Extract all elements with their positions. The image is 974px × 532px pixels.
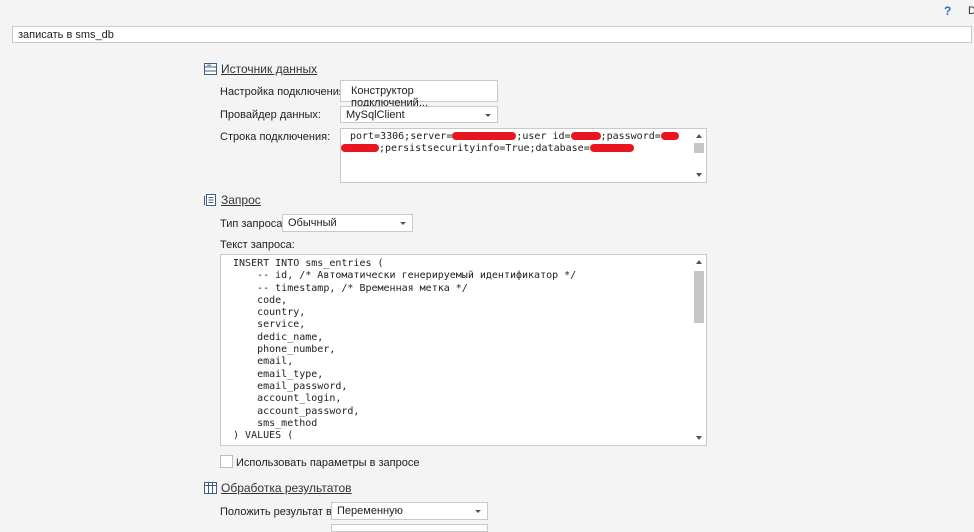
datasource-title: Источник данных — [221, 62, 318, 76]
results-title: Обработка результатов — [221, 481, 352, 495]
code-line: ) VALUES ( — [227, 430, 294, 442]
chevron-down-icon — [485, 114, 491, 117]
action-name-input[interactable]: записать в sms_db — [12, 26, 972, 43]
query-type-label: Тип запроса: — [220, 218, 286, 230]
code-line: service, — [227, 319, 306, 331]
code-line: country, — [227, 307, 306, 319]
scroll-up-icon[interactable] — [696, 260, 702, 264]
query-scrollbar[interactable] — [692, 255, 706, 445]
conn-port-text: port=3306;server= — [350, 131, 453, 142]
put-result-label: Положить результат в: — [220, 506, 335, 518]
provider-select[interactable]: MySqlClient — [340, 106, 498, 123]
help-icon[interactable]: ? — [944, 4, 951, 18]
query-section-header[interactable]: Запрос — [204, 193, 261, 207]
use-params-checkbox[interactable] — [220, 455, 233, 468]
conn-string-scrollbar[interactable] — [692, 129, 706, 182]
query-title: Запрос — [221, 193, 261, 207]
scroll-thumb[interactable] — [694, 143, 704, 153]
redaction-mark — [452, 132, 517, 140]
scroll-up-icon[interactable] — [696, 134, 702, 138]
connection-builder-button[interactable]: Конструктор подключений... — [340, 80, 498, 109]
scroll-down-icon[interactable] — [696, 173, 702, 177]
code-line: email_type, — [227, 368, 324, 380]
put-result-select[interactable]: Переменную — [331, 502, 488, 520]
database-icon — [204, 63, 217, 75]
query-text-label: Текст запроса: — [220, 239, 295, 251]
provider-value: MySqlClient — [346, 109, 405, 121]
code-line: account_password, — [227, 405, 360, 417]
document-icon — [204, 194, 216, 206]
top-toolbar — [0, 0, 974, 22]
connection-string-field[interactable]: port=3306;server= ;user id= ;password= ;pe… — [340, 128, 707, 183]
next-select-partial[interactable] — [331, 524, 488, 532]
conn-string-label: Строка подключения: — [220, 131, 331, 143]
query-type-select[interactable]: Обычный — [282, 214, 413, 232]
redaction-mark — [660, 132, 679, 140]
code-line: dedic_name, — [227, 331, 324, 343]
conn-rest-text: ;persistsecurityinfo=True;database= — [379, 143, 590, 154]
d-icon[interactable]: D — [968, 5, 974, 17]
redaction-mark — [570, 132, 601, 140]
datasource-section-header[interactable]: Источник данных — [204, 62, 317, 76]
query-code: INSERT INTO sms_entries ( -- id, /* Авто… — [221, 255, 706, 442]
scroll-thumb[interactable] — [694, 271, 704, 323]
chevron-down-icon — [475, 510, 481, 513]
results-section-header[interactable]: Обработка результатов — [204, 481, 352, 495]
code-line: -- timestamp, /* Временная метка */ — [227, 282, 468, 294]
query-text-editor[interactable]: INSERT INTO sms_entries ( -- id, /* Авто… — [220, 254, 707, 446]
use-params-label: Использовать параметры в запросе — [236, 457, 420, 469]
conn-password-text: ;password= — [600, 131, 661, 142]
code-line: code, — [227, 294, 288, 306]
code-line: email_password, — [227, 380, 348, 392]
code-line: INSERT INTO sms_entries ( — [227, 258, 384, 269]
put-result-value: Переменную — [337, 505, 403, 517]
provider-label: Провайдер данных: — [220, 109, 321, 121]
redaction-mark — [589, 144, 634, 152]
code-line: phone_number, — [227, 344, 336, 356]
code-line: account_login, — [227, 393, 342, 405]
conn-user-text: ;user id= — [516, 131, 571, 142]
query-type-value: Обычный — [288, 217, 337, 229]
code-line: -- id, /* Автоматически генерируемый иде… — [227, 270, 577, 282]
code-line: sms_method — [227, 417, 318, 429]
conn-setup-label: Настройка подключения: — [220, 86, 348, 98]
code-line: email, — [227, 356, 294, 368]
scroll-down-icon[interactable] — [696, 436, 702, 440]
redaction-mark — [341, 144, 379, 152]
chevron-down-icon — [400, 222, 406, 225]
table-icon — [204, 482, 217, 494]
